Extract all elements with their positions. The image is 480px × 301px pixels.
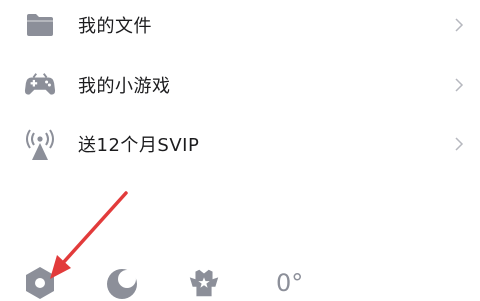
menu-item-svip-gift[interactable]: 送12个月SVIP (0, 119, 480, 169)
gamepad-icon (24, 69, 56, 101)
night-mode-moon-icon[interactable] (104, 266, 140, 300)
skin-badge-icon[interactable] (186, 266, 222, 300)
broadcast-tower-icon (24, 128, 56, 160)
settings-icon[interactable] (22, 266, 58, 300)
temperature-readout[interactable]: 0° (276, 266, 303, 300)
menu-item-label: 送12个月SVIP (78, 135, 200, 156)
menu-item-my-files[interactable]: 我的文件 (0, 0, 480, 50)
chevron-right-icon (455, 18, 464, 32)
chevron-right-icon (455, 137, 464, 151)
menu-item-label: 我的小游戏 (78, 76, 171, 97)
menu-item-my-mini-games[interactable]: 我的小游戏 (0, 60, 480, 110)
chevron-right-icon (455, 78, 464, 92)
menu-item-label: 我的文件 (78, 16, 152, 37)
folder-icon (24, 9, 56, 41)
